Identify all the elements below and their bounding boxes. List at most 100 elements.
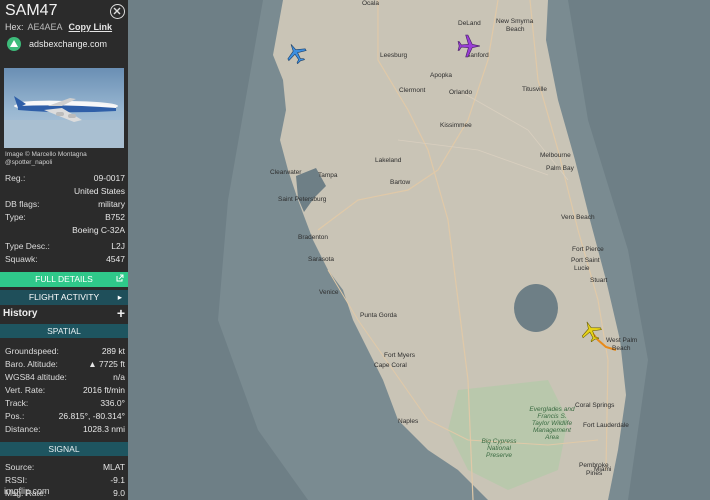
city-label: Vero Beach — [561, 214, 595, 221]
aircraft-photo[interactable] — [4, 68, 124, 148]
city-label: Sarasota — [308, 256, 335, 263]
spatial-row: Baro. Altitude: ▲ 7725 ft — [5, 359, 125, 371]
detail-row: DB flags: military — [5, 199, 125, 211]
source-site-link[interactable]: adsbexchange.com — [29, 39, 107, 49]
detail-row: Boeing C-32A — [5, 225, 125, 237]
city-label: Kissimmee — [440, 122, 472, 129]
spatial-row: WGS84 altitude: n/a — [5, 372, 125, 384]
detail-value: military — [98, 199, 125, 209]
city-label: Cape Coral — [374, 362, 407, 369]
spatial-label: WGS84 altitude: — [5, 372, 67, 382]
detail-label: Reg.: — [5, 173, 26, 183]
city-label: Bartow — [390, 179, 411, 186]
city-label: Fort Myers — [384, 352, 416, 359]
close-icon — [113, 7, 121, 15]
city-label: Ocala — [362, 0, 379, 7]
detail-row: Type Desc.: L2J — [5, 241, 125, 253]
city-label: West Palm — [606, 337, 638, 344]
city-label: Venice — [319, 289, 339, 296]
city-label: Bradenton — [298, 234, 328, 241]
history-toggle[interactable]: History + — [0, 305, 128, 322]
hex-label: Hex: — [5, 22, 24, 32]
spatial-label: Vert. Rate: — [5, 385, 46, 395]
city-label: Titusville — [522, 86, 548, 93]
city-label: DeLand — [458, 20, 481, 27]
spatial-value: ▲ 7725 ft — [88, 359, 125, 369]
detail-value: L2J — [111, 241, 125, 251]
city-label: Fort Pierce — [572, 246, 604, 253]
spatial-row: Distance: 1028.3 nmi — [5, 424, 125, 436]
spatial-value: 26.815°, -80.314° — [58, 411, 125, 421]
spatial-value: 2016 ft/min — [82, 385, 125, 395]
park-label: Big Cypress National Preserve — [481, 438, 517, 459]
spatial-row: Track: 336.0° — [5, 398, 125, 410]
city-label: Lakeland — [375, 157, 402, 164]
adsbexchange-logo-icon — [7, 37, 21, 51]
detail-label: Type: — [5, 212, 26, 222]
photo-credit: Image © Marcello Montagna @spotter_napol… — [5, 151, 87, 166]
spatial-label: Groundspeed: — [5, 346, 59, 356]
city-label: Leesburg — [380, 52, 408, 59]
aircraft-marker-purple[interactable] — [457, 34, 481, 60]
detail-value: 09-0017 — [93, 173, 125, 183]
close-button[interactable] — [110, 4, 125, 19]
full-details-button[interactable]: FULL DETAILS — [0, 272, 128, 287]
detail-row: United States — [5, 186, 125, 198]
external-link-icon — [116, 272, 124, 287]
aircraft-marker-blue[interactable] — [285, 42, 307, 66]
signal-row: Source: MLAT — [5, 462, 125, 474]
city-label: Stuart — [590, 277, 608, 284]
city-label: Naples — [398, 418, 419, 425]
hex-line: Hex: AE4AEA Copy Link — [5, 22, 112, 32]
imgflip-watermark: imgflip.com — [4, 486, 50, 496]
spatial-label: Baro. Altitude: — [5, 359, 58, 369]
callsign-title: SAM47 — [5, 2, 58, 19]
city-label: Miami — [594, 466, 612, 473]
spatial-value: 336.0° — [100, 398, 125, 408]
flight-activity-label: FLIGHT ACTIVITY — [28, 292, 100, 302]
detail-value: Boeing C-32A — [72, 225, 125, 235]
spatial-row: Vert. Rate: 2016 ft/min — [5, 385, 125, 397]
signal-value: -9.1 — [110, 475, 125, 485]
signal-value: 9.0 — [113, 488, 125, 498]
spatial-value: 289 kt — [101, 346, 125, 356]
flight-activity-button[interactable]: FLIGHT ACTIVITY ▸ — [0, 290, 128, 305]
chevron-right-icon: ▸ — [117, 292, 122, 302]
city-label: Fort Lauderdale — [583, 422, 629, 429]
detail-row: Reg.: 09-0017 — [5, 173, 125, 185]
map-view[interactable]: Ocala DeLand New Smyrna Beach Leesburg S… — [128, 0, 710, 500]
signal-section-header: SIGNAL — [0, 442, 128, 456]
city-label: Melbourne — [540, 152, 571, 159]
spatial-row: Pos.: 26.815°, -80.314° — [5, 411, 125, 423]
airplane-icon — [457, 34, 480, 58]
city-label: New Smyrna — [496, 18, 534, 25]
detail-label: Squawk: — [5, 254, 38, 264]
full-details-label: FULL DETAILS — [35, 274, 93, 284]
city-label: Punta Gorda — [360, 312, 397, 319]
history-label: History — [3, 308, 38, 319]
city-label: Apopka — [430, 72, 453, 79]
airplane-icon — [581, 321, 602, 343]
detail-label: DB flags: — [5, 199, 40, 209]
city-label: Palm Bay — [546, 165, 574, 172]
expand-plus-icon[interactable]: + — [117, 305, 125, 321]
city-label: Saint Petersburg — [278, 196, 327, 203]
airplane-photo-image — [4, 96, 124, 148]
airplane-icon — [287, 44, 307, 65]
hex-value: AE4AEA — [27, 22, 63, 32]
signal-value: MLAT — [102, 462, 125, 472]
city-label: Clermont — [399, 87, 426, 94]
signal-label: Source: — [5, 462, 35, 472]
spatial-value: 1028.3 nmi — [82, 424, 125, 434]
panel-header: SAM47 Hex: AE4AEA Copy Link adsbexchange.c… — [0, 0, 128, 63]
aircraft-info-panel: SAM47 Hex: AE4AEA Copy Link adsbexchange.c… — [0, 0, 128, 500]
spatial-label: Track: — [5, 398, 29, 408]
selected-aircraft-marker[interactable] — [580, 320, 602, 344]
spatial-value: n/a — [113, 372, 125, 382]
city-label: Clearwater — [270, 169, 302, 176]
copy-link[interactable]: Copy Link — [69, 22, 113, 32]
detail-value: B752 — [105, 212, 125, 222]
spatial-section-header: SPATIAL — [0, 324, 128, 338]
spatial-label: Pos.: — [5, 411, 25, 421]
signal-label: RSSI: — [5, 475, 28, 485]
